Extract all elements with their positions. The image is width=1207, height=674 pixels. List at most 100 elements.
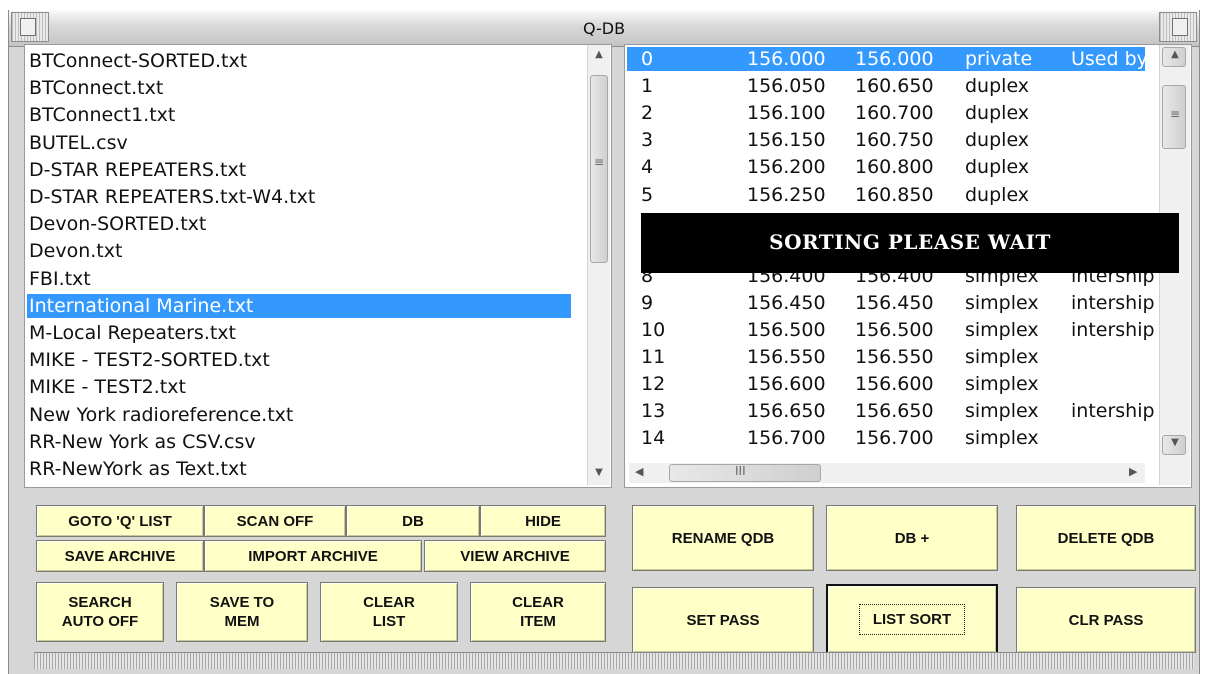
table-row[interactable]: 5 156.250 160.850 duplex <box>627 183 1145 207</box>
channel-number-cell: 1 <box>641 75 654 98</box>
hide-button[interactable]: HIDE <box>480 505 606 537</box>
channel-number-cell: 10 <box>641 319 666 341</box>
save-archive-button[interactable]: SAVE ARCHIVE <box>36 540 204 572</box>
rx-frequency-cell: 156.700 <box>747 427 826 450</box>
channel-number-cell: 3 <box>641 129 654 152</box>
tx-frequency-cell: 156.550 <box>855 346 934 369</box>
tx-frequency-cell: 156.450 <box>855 291 934 314</box>
thumb-grip-icon: ≡ <box>1169 107 1181 121</box>
mode-cell: simplex <box>965 319 1039 341</box>
db-button[interactable]: DB <box>346 505 480 537</box>
table-row[interactable]: 2 156.100 160.700 duplex <box>627 101 1145 125</box>
channel-number-cell: 4 <box>641 156 654 179</box>
scroll-left-icon[interactable]: ◀ <box>635 465 643 478</box>
file-list-item[interactable]: Devon.txt <box>29 239 122 263</box>
file-list-item[interactable]: MIKE - TEST2-SORTED.txt <box>29 348 270 372</box>
rx-frequency-cell: 156.500 <box>747 319 826 341</box>
table-row[interactable]: 4 156.200 160.800 duplex <box>627 155 1145 179</box>
file-list-item[interactable]: RR-NewYork as Text.txt <box>29 457 247 481</box>
rx-frequency-cell: 156.050 <box>747 75 826 98</box>
mode-cell: duplex <box>965 183 1030 206</box>
channel-number-cell: 14 <box>641 427 666 450</box>
table-horizontal-scrollbar[interactable]: ◀ III ▶ <box>629 463 1145 483</box>
scroll-right-icon[interactable]: ▶ <box>1129 465 1137 478</box>
file-list-scrollbar[interactable]: ▲ ≡ ▼ <box>587 45 610 485</box>
scroll-down-icon[interactable]: ▼ <box>588 467 610 478</box>
mode-cell: duplex <box>965 75 1030 98</box>
file-list[interactable]: BTConnect-SORTED.txt BTConnect.txt BTConne… <box>24 44 612 488</box>
table-row[interactable]: 9 156.450 156.450 simplex intership <box>627 291 1155 315</box>
view-archive-button[interactable]: VIEW ARCHIVE <box>424 540 606 572</box>
search-auto-off-button[interactable]: SEARCH AUTO OFF <box>36 582 164 642</box>
table-row[interactable]: 0 156.000 156.000 private Used by <box>627 47 1148 71</box>
file-list-scroll-thumb[interactable] <box>590 75 608 263</box>
file-list-item[interactable]: RR-New York as CSV.csv <box>29 430 256 454</box>
file-list-item[interactable]: BTConnect1.txt <box>29 103 175 127</box>
file-list-item[interactable]: D-STAR REPEATERS.txt <box>29 158 246 182</box>
file-list-item[interactable]: D-STAR REPEATERS.txt-W4.txt <box>29 185 315 209</box>
tx-frequency-cell: 156.500 <box>855 319 934 341</box>
rx-frequency-cell: 156.150 <box>747 129 826 152</box>
note-cell: intership <box>1071 319 1155 341</box>
tx-frequency-cell: 160.800 <box>855 156 934 179</box>
file-list-item[interactable]: MIKE - TEST2.txt <box>29 375 186 399</box>
thumb-grip-icon: III <box>735 464 746 478</box>
file-list-item[interactable]: Devon-SORTED.txt <box>29 212 206 236</box>
mode-cell: simplex <box>965 346 1039 369</box>
mode-cell: simplex <box>965 400 1039 423</box>
tx-frequency-cell: 160.850 <box>855 183 934 206</box>
channel-number-cell: 0 <box>641 48 654 70</box>
list-sort-label: LIST SORT <box>858 603 966 635</box>
rx-frequency-cell: 156.650 <box>747 400 826 423</box>
table-row[interactable]: 1 156.050 160.650 duplex <box>627 74 1145 98</box>
channel-number-cell: 11 <box>641 346 666 369</box>
rx-frequency-cell: 156.200 <box>747 156 826 179</box>
file-list-item[interactable]: BTConnect.txt <box>29 76 163 100</box>
rename-qdb-button[interactable]: RENAME QDB <box>632 505 814 571</box>
title-bar[interactable]: Q-DB <box>9 10 1199 47</box>
file-list-item[interactable]: International Marine.txt <box>27 293 571 318</box>
rx-frequency-cell: 156.250 <box>747 183 826 206</box>
table-row[interactable]: 13 156.650 156.650 simplex intership <box>627 399 1155 423</box>
file-list-item[interactable]: M-Local Repeaters.txt <box>29 321 236 345</box>
table-row[interactable]: 3 156.150 160.750 duplex <box>627 128 1145 152</box>
table-row[interactable]: 14 156.700 156.700 simplex <box>627 426 1145 450</box>
rx-frequency-cell: 156.000 <box>747 48 826 70</box>
rx-frequency-cell: 156.450 <box>747 291 826 314</box>
tx-frequency-cell: 156.000 <box>855 48 934 70</box>
sorting-overlay: SORTING PLEASE WAIT <box>641 213 1179 273</box>
note-cell: Used by <box>1071 48 1148 70</box>
mode-cell: simplex <box>965 373 1039 396</box>
tx-frequency-cell: 160.650 <box>855 75 934 98</box>
clr-pass-button[interactable]: CLR PASS <box>1016 587 1196 653</box>
channel-number-cell: 13 <box>641 400 666 423</box>
channel-number-cell: 12 <box>641 373 666 396</box>
tx-frequency-cell: 156.600 <box>855 373 934 396</box>
right-grip-icon[interactable] <box>1159 12 1197 42</box>
tx-frequency-cell: 160.750 <box>855 129 934 152</box>
file-list-item[interactable]: New York radioreference.txt <box>29 403 293 427</box>
list-sort-button[interactable]: LIST SORT <box>826 584 998 654</box>
file-list-item[interactable]: BTConnect-SORTED.txt <box>29 49 247 73</box>
scan-off-button[interactable]: SCAN OFF <box>204 505 346 537</box>
delete-qdb-button[interactable]: DELETE QDB <box>1016 505 1196 571</box>
clear-list-button[interactable]: CLEAR LIST <box>320 582 458 642</box>
save-to-mem-button[interactable]: SAVE TO MEM <box>176 582 308 642</box>
mode-cell: simplex <box>965 291 1039 314</box>
table-row[interactable]: 12 156.600 156.600 simplex <box>627 372 1145 396</box>
file-list-item[interactable]: BUTEL.csv <box>29 131 128 155</box>
set-pass-button[interactable]: SET PASS <box>632 587 814 653</box>
thumb-grip-icon: ≡ <box>593 155 605 169</box>
clear-item-button[interactable]: CLEAR ITEM <box>470 582 606 642</box>
status-bar <box>34 652 1194 669</box>
db-plus-button[interactable]: DB + <box>826 505 998 571</box>
rx-frequency-cell: 156.100 <box>747 102 826 125</box>
scroll-up-icon[interactable]: ▲ <box>588 49 610 60</box>
tx-frequency-cell: 156.650 <box>855 400 934 423</box>
table-row[interactable]: 10 156.500 156.500 simplex intership <box>627 318 1155 342</box>
channel-number-cell: 9 <box>641 291 654 314</box>
import-archive-button[interactable]: IMPORT ARCHIVE <box>204 540 422 572</box>
goto-q-list-button[interactable]: GOTO 'Q' LIST <box>36 505 204 537</box>
table-row[interactable]: 11 156.550 156.550 simplex <box>627 345 1145 369</box>
file-list-item[interactable]: FBI.txt <box>29 267 91 291</box>
